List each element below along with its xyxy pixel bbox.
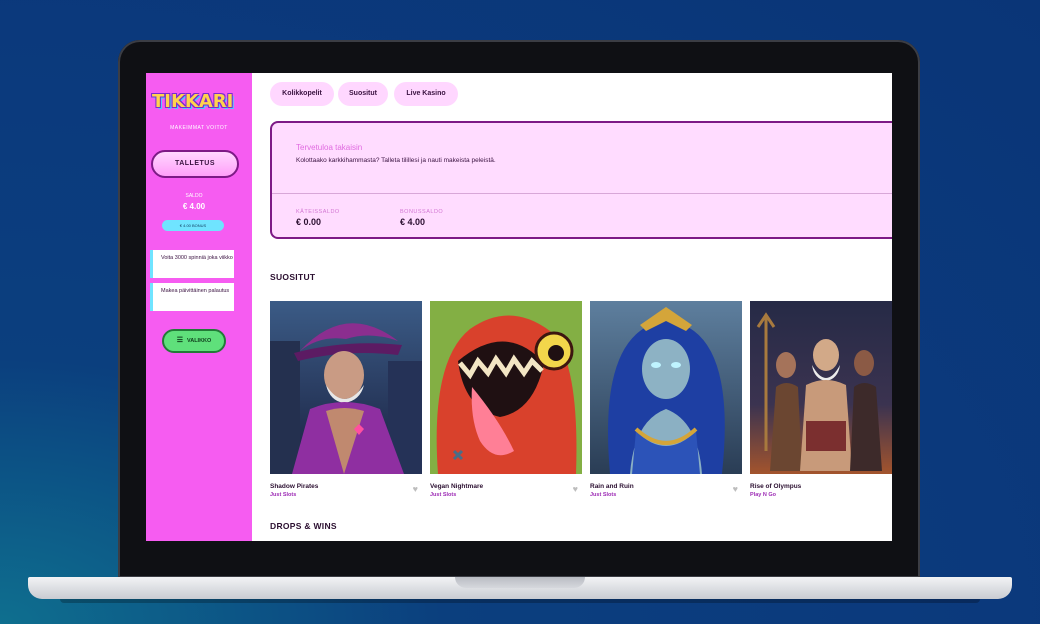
game-thumbnail[interactable]: [590, 301, 742, 474]
game-provider: Just Slots: [270, 492, 297, 498]
favorite-heart-icon[interactable]: ♥: [413, 484, 418, 494]
game-provider: Just Slots: [430, 492, 457, 498]
welcome-card: Tervetuloa takaisin Kolottaako karkkiham…: [270, 121, 892, 239]
tikkari-logo[interactable]: TIKKARI: [152, 91, 238, 115]
game-thumbnail[interactable]: [750, 301, 892, 474]
promo-weekly-spins[interactable]: Voita 3000 spinniä joka viikko: [150, 250, 234, 278]
bonus-balance-value: € 4.00: [400, 217, 426, 227]
welcome-title: Tervetuloa takaisin: [296, 143, 363, 152]
game-title[interactable]: Rain and Ruin: [590, 483, 634, 490]
card-divider: [272, 193, 892, 194]
laptop-shadow: [60, 599, 980, 603]
tab-suositut[interactable]: Suositut: [338, 82, 388, 106]
menu-button[interactable]: ☰ VALIKKO: [162, 329, 226, 353]
tab-live-kasino[interactable]: Live Kasino: [394, 82, 458, 106]
main-content: Kolikkopelit Suositut Live Kasino Tervet…: [252, 73, 892, 541]
favorite-heart-icon[interactable]: ♥: [733, 484, 738, 494]
menu-icon: ☰: [176, 337, 183, 344]
laptop-screen: TIKKARI MAKEIMMAT VOITOT TALLETUS SALDO …: [146, 73, 892, 541]
game-card-shadow-pirates[interactable]: Shadow Pirates Just Slots ♥: [270, 301, 422, 501]
sidebar: TIKKARI MAKEIMMAT VOITOT TALLETUS SALDO …: [146, 73, 253, 541]
saldo-label: SALDO: [185, 193, 203, 199]
game-card-vegan-nightmare[interactable]: Vegan Nightmare Just Slots ♥: [430, 301, 582, 501]
tab-kolikkopelit[interactable]: Kolikkopelit: [270, 82, 334, 106]
laptop-notch: [455, 577, 585, 588]
menu-label: VALIKKO: [186, 338, 212, 344]
cash-balance-value: € 0.00: [296, 217, 322, 227]
game-provider: Play N Go: [750, 492, 776, 498]
favorite-heart-icon[interactable]: ♥: [573, 484, 578, 494]
game-card-rain-and-ruin[interactable]: Rain and Ruin Just Slots ♥: [590, 301, 742, 501]
saldo-value: € 4.00: [182, 202, 206, 211]
bonus-balance-label: BONUSSALDO: [400, 209, 444, 215]
game-title[interactable]: Rise of Olympus: [750, 483, 801, 490]
tagline: MAKEIMMAT VOITOT: [170, 125, 228, 131]
section-title-drops-wins: DROPS & WINS: [270, 521, 337, 531]
game-thumbnail[interactable]: [430, 301, 582, 474]
bonus-badge: € 4.00 BONUS: [162, 220, 224, 231]
promo-daily-cashback[interactable]: Makea päivittäinen palautus: [150, 283, 234, 311]
game-title[interactable]: Shadow Pirates: [270, 483, 318, 490]
deposit-button[interactable]: TALLETUS: [151, 150, 239, 178]
game-provider: Just Slots: [590, 492, 617, 498]
game-card-rise-of-olympus[interactable]: Rise of Olympus Play N Go ♥: [750, 301, 892, 501]
game-thumbnail[interactable]: [270, 301, 422, 474]
section-title-suositut: SUOSITUT: [270, 272, 316, 282]
game-title[interactable]: Vegan Nightmare: [430, 483, 483, 490]
welcome-text: Kolottaako karkkihammasta? Talleta tilil…: [296, 157, 496, 164]
cash-balance-label: KÄTEISSALDO: [296, 209, 340, 215]
